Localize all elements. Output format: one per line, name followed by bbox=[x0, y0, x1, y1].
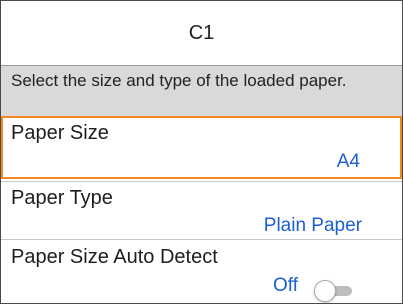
auto-detect-value: Off bbox=[273, 275, 298, 296]
paper-size-setting[interactable]: Paper Size A4 bbox=[1, 116, 402, 179]
toggle-knob bbox=[314, 280, 336, 302]
screen-title: C1 bbox=[188, 22, 215, 44]
printer-panel: C1 Select the size and type of the loade… bbox=[0, 0, 403, 304]
instruction-banner: Select the size and type of the loaded p… bbox=[1, 66, 402, 116]
auto-detect-label: Paper Size Auto Detect bbox=[11, 246, 218, 268]
auto-detect-toggle[interactable] bbox=[314, 280, 354, 302]
paper-size-value: A4 bbox=[336, 151, 360, 172]
paper-type-setting[interactable]: Paper Type Plain Paper bbox=[1, 182, 402, 236]
paper-size-label: Paper Size bbox=[11, 122, 109, 144]
paper-type-value: Plain Paper bbox=[263, 215, 362, 236]
paper-type-label: Paper Type bbox=[11, 187, 113, 209]
instruction-text: Select the size and type of the loaded p… bbox=[11, 71, 347, 90]
row-divider bbox=[1, 239, 402, 240]
